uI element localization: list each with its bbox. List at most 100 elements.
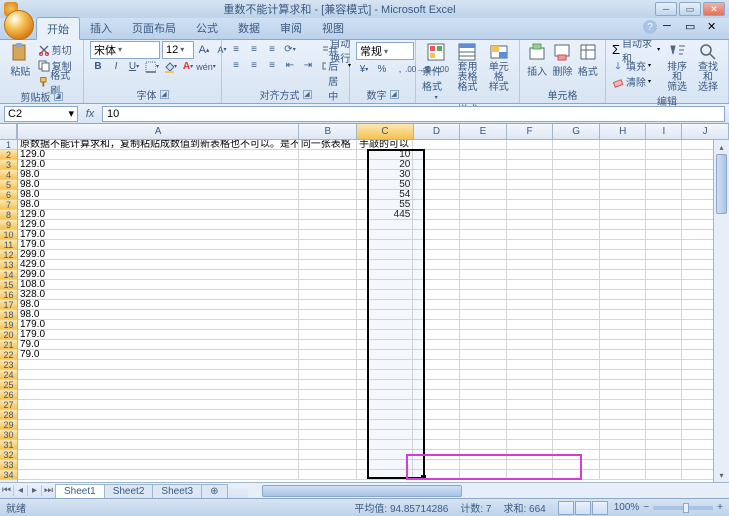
- cell[interactable]: [413, 180, 460, 189]
- ribbon-tab-2[interactable]: 页面布局: [122, 17, 186, 39]
- row-header[interactable]: 1: [0, 140, 17, 150]
- cell[interactable]: [600, 150, 647, 159]
- cell[interactable]: [600, 470, 647, 479]
- cell[interactable]: [646, 230, 682, 239]
- cell[interactable]: [646, 390, 682, 399]
- cell[interactable]: [553, 300, 600, 309]
- cell[interactable]: [460, 250, 507, 259]
- format-painter-button[interactable]: 格式刷: [38, 74, 77, 89]
- cell[interactable]: [646, 460, 682, 469]
- cell[interactable]: [507, 240, 554, 249]
- cell[interactable]: [600, 400, 647, 409]
- cell[interactable]: [600, 230, 647, 239]
- align-left-button[interactable]: ≡: [228, 58, 244, 74]
- cell[interactable]: 55: [357, 200, 413, 209]
- cell[interactable]: [600, 300, 647, 309]
- cell[interactable]: [460, 150, 507, 159]
- ribbon-tab-3[interactable]: 公式: [186, 17, 228, 39]
- cell[interactable]: [507, 230, 554, 239]
- cell[interactable]: [646, 320, 682, 329]
- font-size-combo[interactable]: 12▾: [162, 41, 194, 59]
- cell[interactable]: [299, 220, 357, 229]
- scroll-down-icon[interactable]: ▾: [714, 468, 729, 482]
- scroll-up-icon[interactable]: ▴: [714, 140, 729, 154]
- cell[interactable]: [299, 390, 357, 399]
- cell[interactable]: [646, 160, 682, 169]
- cell[interactable]: [357, 400, 413, 409]
- cell[interactable]: [553, 370, 600, 379]
- cond-format-button[interactable]: 条件格式▾: [422, 42, 450, 101]
- cell[interactable]: 79.0: [18, 340, 299, 349]
- cell[interactable]: [413, 340, 460, 349]
- cell[interactable]: [299, 230, 357, 239]
- cell[interactable]: 同一张表格: [299, 140, 357, 149]
- cell[interactable]: [357, 410, 413, 419]
- row-header[interactable]: 19: [0, 320, 17, 330]
- cell[interactable]: [600, 340, 647, 349]
- cell[interactable]: [357, 270, 413, 279]
- cell[interactable]: [507, 410, 554, 419]
- cell[interactable]: [460, 470, 507, 479]
- sheet-nav-first[interactable]: ⏮: [0, 485, 14, 496]
- cell[interactable]: [18, 410, 299, 419]
- cell[interactable]: [507, 280, 554, 289]
- cell[interactable]: [460, 390, 507, 399]
- cell[interactable]: [507, 150, 554, 159]
- cell[interactable]: [18, 470, 299, 479]
- row-header[interactable]: 20: [0, 330, 17, 340]
- cell[interactable]: [357, 370, 413, 379]
- ribbon-tab-6[interactable]: 视图: [312, 17, 354, 39]
- cell[interactable]: [413, 290, 460, 299]
- cell[interactable]: [18, 390, 299, 399]
- cell[interactable]: [413, 250, 460, 259]
- row-header[interactable]: 14: [0, 270, 17, 280]
- cell[interactable]: [553, 160, 600, 169]
- cell[interactable]: [460, 280, 507, 289]
- cell[interactable]: 445: [357, 210, 413, 219]
- cell[interactable]: [299, 200, 357, 209]
- col-header-E[interactable]: E: [460, 124, 507, 139]
- cell[interactable]: [299, 340, 357, 349]
- cell[interactable]: [413, 170, 460, 179]
- row-header[interactable]: 6: [0, 190, 17, 200]
- cell[interactable]: [357, 310, 413, 319]
- cell[interactable]: [553, 410, 600, 419]
- cell[interactable]: [507, 350, 554, 359]
- cell[interactable]: 98.0: [18, 200, 299, 209]
- cell[interactable]: [460, 400, 507, 409]
- cell[interactable]: 179.0: [18, 240, 299, 249]
- row-header[interactable]: 27: [0, 400, 17, 410]
- cell[interactable]: [507, 160, 554, 169]
- cell[interactable]: [357, 230, 413, 239]
- cell[interactable]: 98.0: [18, 180, 299, 189]
- indent-inc-button[interactable]: ⇥: [300, 58, 316, 74]
- sort-filter-button[interactable]: 排序和 筛选: [663, 42, 691, 93]
- merge-center-button[interactable]: 合并后居中▾: [322, 58, 351, 73]
- cell[interactable]: [553, 270, 600, 279]
- view-layout-button[interactable]: [575, 501, 591, 515]
- row-header[interactable]: 23: [0, 360, 17, 370]
- cell[interactable]: [460, 290, 507, 299]
- formula-bar[interactable]: 10: [102, 106, 725, 122]
- cell[interactable]: [460, 310, 507, 319]
- row-header[interactable]: 25: [0, 380, 17, 390]
- cell[interactable]: [357, 460, 413, 469]
- cell[interactable]: 10: [357, 150, 413, 159]
- cell[interactable]: [646, 210, 682, 219]
- row-header[interactable]: 12: [0, 250, 17, 260]
- cell[interactable]: [413, 430, 460, 439]
- align-top-button[interactable]: ≡: [228, 42, 244, 58]
- ribbon-close-button[interactable]: ✕: [707, 20, 723, 34]
- cell[interactable]: [600, 380, 647, 389]
- grow-font-button[interactable]: A▴: [196, 42, 212, 58]
- vertical-scrollbar[interactable]: ▴ ▾: [713, 140, 729, 482]
- cell[interactable]: [413, 150, 460, 159]
- sheet-tab[interactable]: Sheet1: [55, 484, 105, 498]
- cell[interactable]: [553, 380, 600, 389]
- cell[interactable]: [646, 260, 682, 269]
- find-select-button[interactable]: 查找和 选择: [694, 42, 722, 93]
- cell[interactable]: [299, 330, 357, 339]
- cell[interactable]: [460, 140, 507, 149]
- cell[interactable]: [18, 370, 299, 379]
- cell[interactable]: [646, 170, 682, 179]
